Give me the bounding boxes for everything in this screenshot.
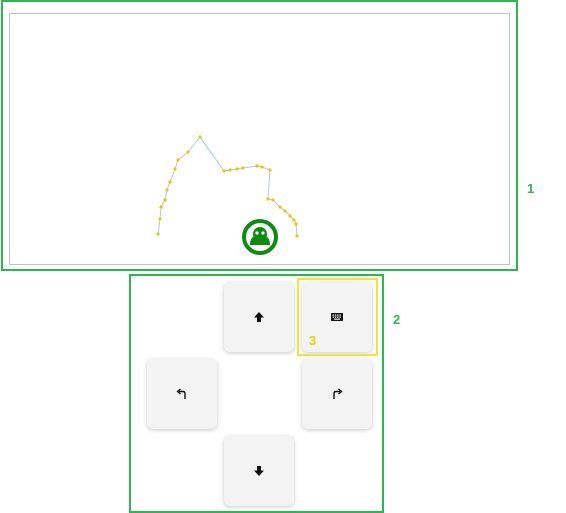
path-point bbox=[268, 168, 272, 172]
path-point bbox=[283, 209, 287, 213]
element-label-3: 3 bbox=[309, 333, 317, 348]
arrow-up-icon bbox=[254, 312, 264, 322]
path-point bbox=[278, 205, 282, 209]
path-point bbox=[222, 169, 226, 173]
turn-right-icon bbox=[333, 388, 343, 399]
arrow-down-icon bbox=[254, 466, 264, 476]
turn-left-icon bbox=[176, 388, 186, 399]
move-backward-button[interactable] bbox=[224, 436, 294, 506]
path-point bbox=[176, 158, 180, 162]
move-forward-button[interactable] bbox=[224, 282, 294, 352]
path-point bbox=[173, 167, 177, 171]
path-point bbox=[260, 165, 264, 169]
path-point bbox=[255, 164, 259, 168]
path-point bbox=[288, 214, 292, 218]
turn-left-button[interactable] bbox=[147, 359, 217, 429]
path-point bbox=[228, 168, 232, 172]
path-point bbox=[235, 167, 239, 171]
path-point bbox=[156, 232, 160, 236]
path-point bbox=[241, 166, 245, 170]
path-point bbox=[186, 150, 190, 154]
path-point bbox=[163, 198, 167, 202]
path-point bbox=[198, 135, 202, 139]
path-point bbox=[271, 198, 275, 202]
robot-icon bbox=[242, 219, 278, 255]
path-point bbox=[168, 180, 172, 184]
path-point bbox=[165, 188, 169, 192]
path-point bbox=[159, 205, 163, 209]
path-point bbox=[294, 222, 298, 226]
region-label-2: 2 bbox=[393, 312, 401, 327]
path-point bbox=[158, 217, 162, 221]
path-point bbox=[295, 234, 299, 238]
region-label-1: 1 bbox=[527, 181, 535, 196]
map-canvas[interactable] bbox=[9, 13, 510, 265]
path-point bbox=[292, 218, 296, 222]
turn-right-button[interactable] bbox=[302, 359, 372, 429]
path-point bbox=[266, 197, 270, 201]
